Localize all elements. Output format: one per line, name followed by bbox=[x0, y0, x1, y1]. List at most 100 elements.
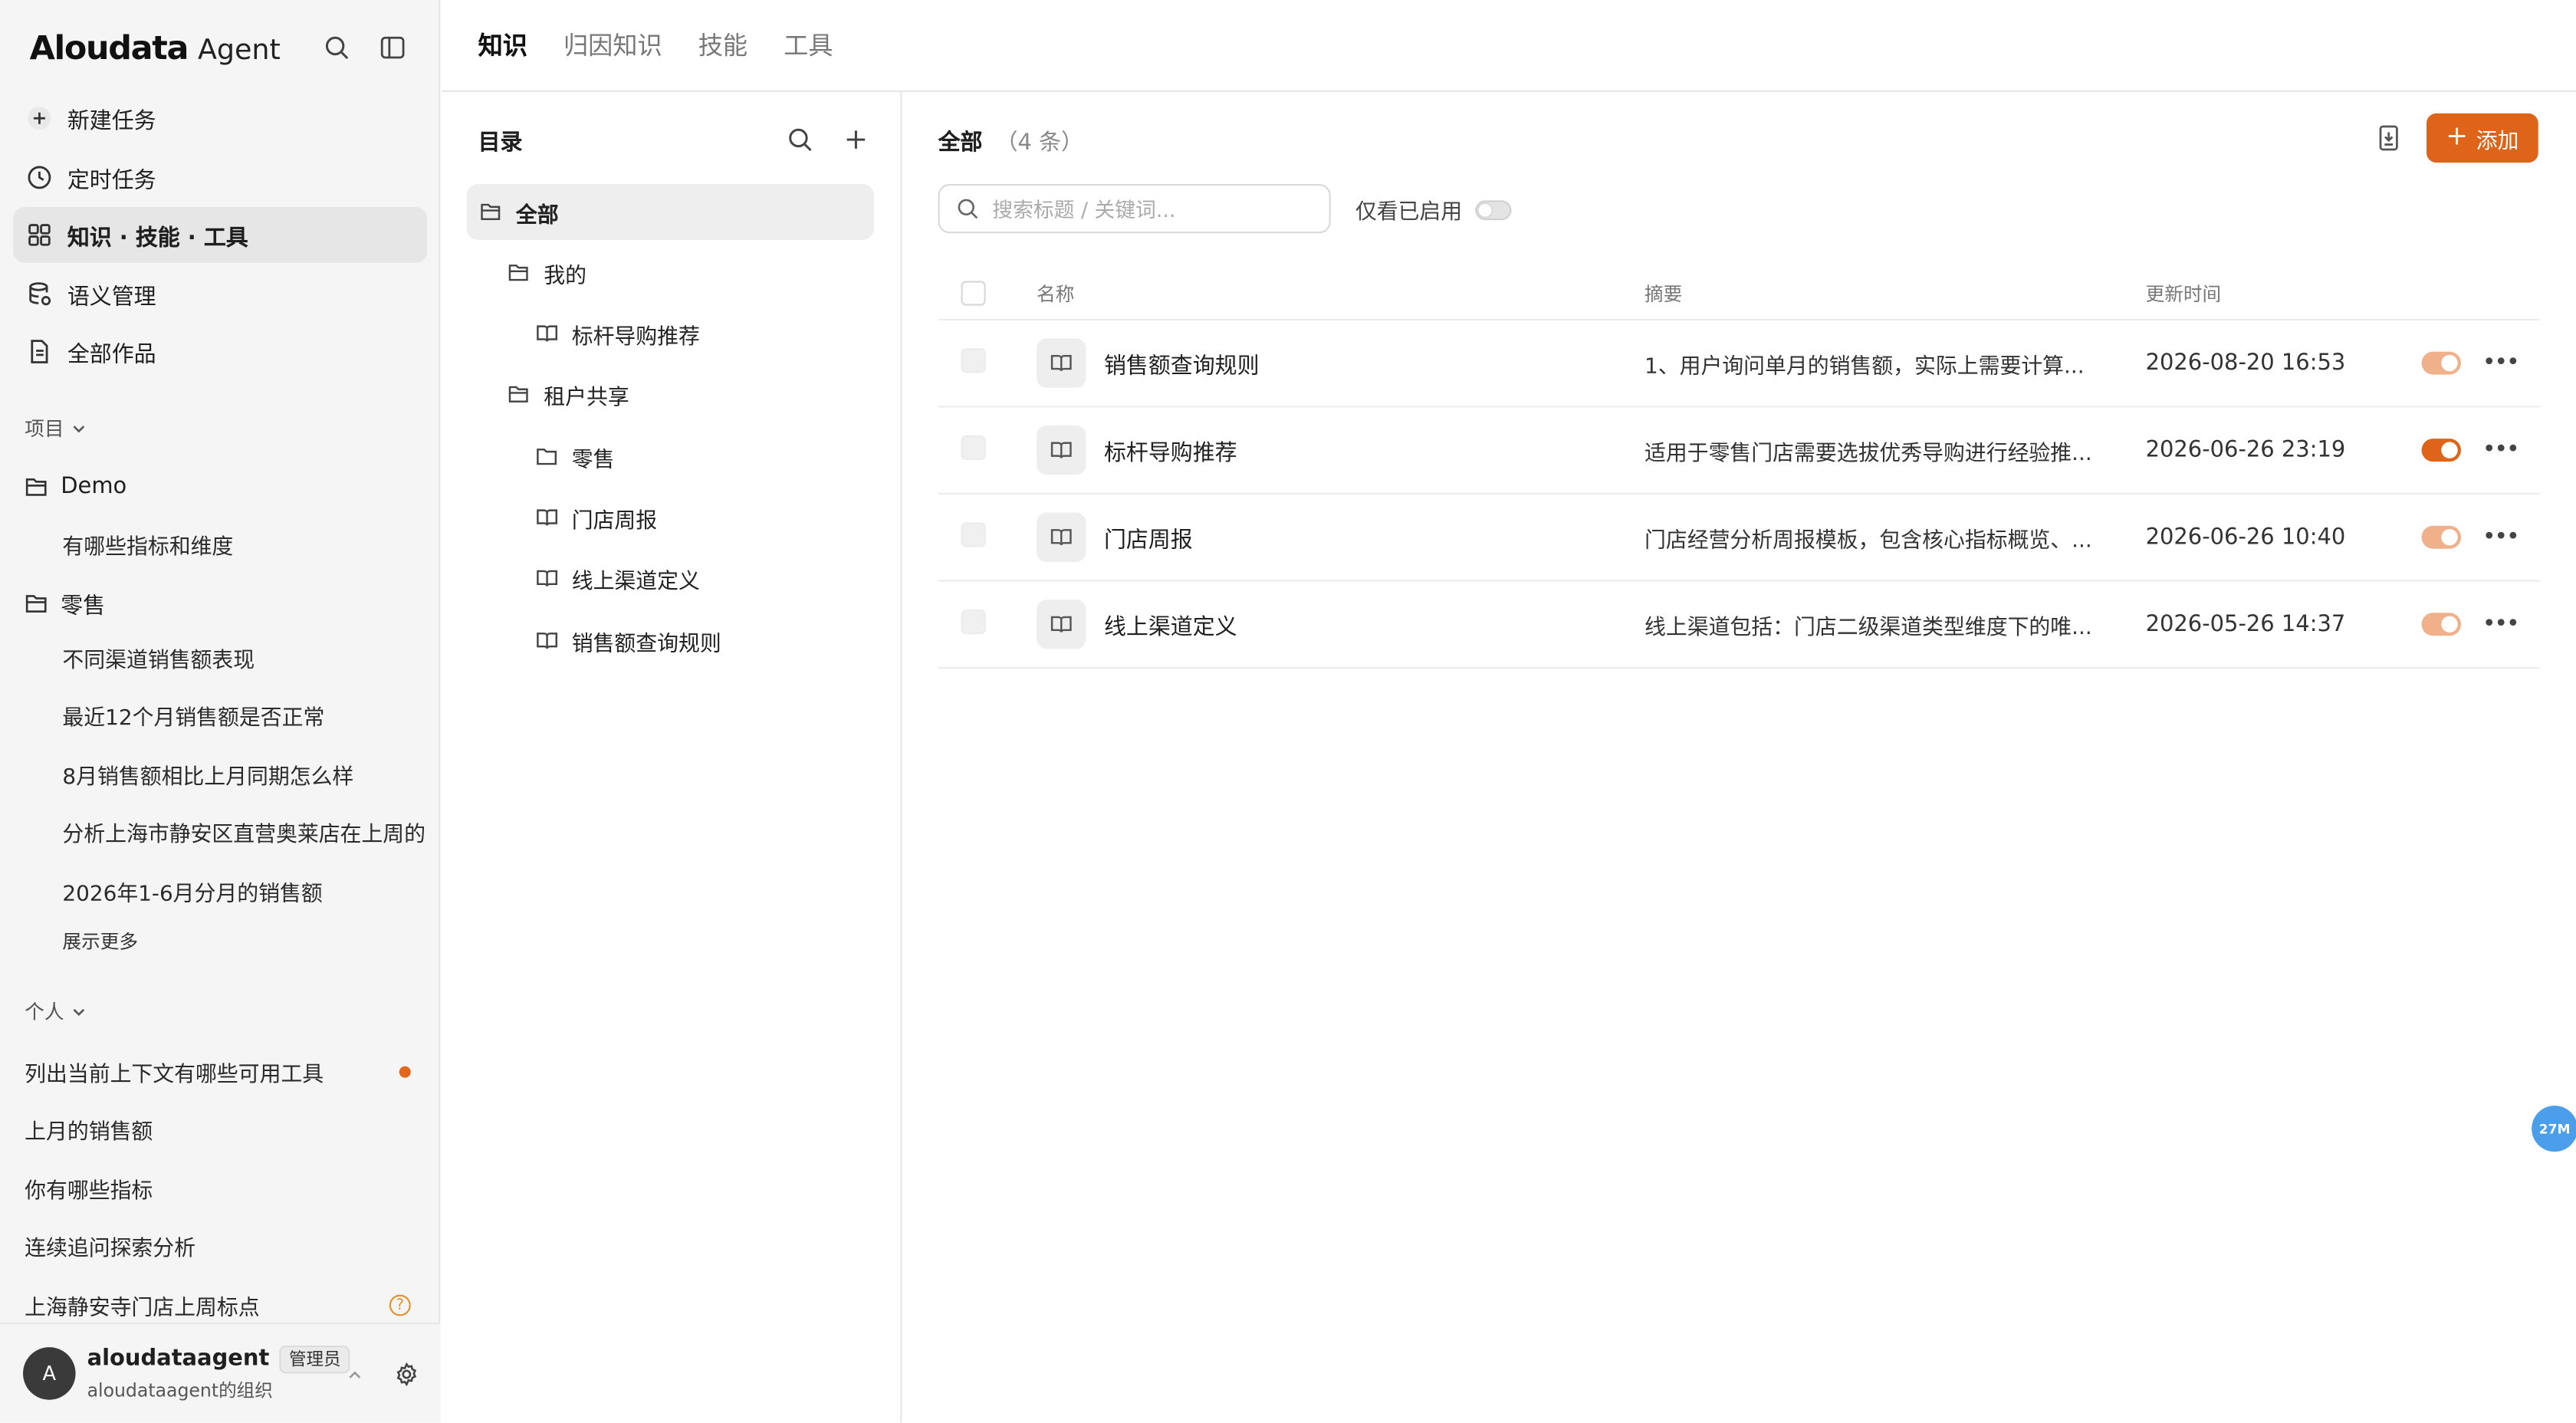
row-updated-time: 2026-08-20 16:53 bbox=[2145, 350, 2346, 376]
more-icon[interactable]: ••• bbox=[2482, 613, 2520, 636]
project-item[interactable]: 2026年1-6月分月的销售额 bbox=[62, 876, 427, 907]
search-input[interactable] bbox=[992, 196, 1305, 222]
import-icon[interactable] bbox=[2374, 123, 2404, 153]
book-icon bbox=[1037, 512, 1086, 562]
personal-item[interactable]: 你有哪些指标 bbox=[25, 1173, 411, 1204]
user-name: aloudataagent bbox=[87, 1346, 270, 1372]
book-icon bbox=[537, 325, 557, 342]
table-row[interactable]: 门店周报 门店经营分析周报模板，包含核心指标概览、... 2026-06-26 … bbox=[938, 495, 2540, 582]
table-header: 名称 摘要 更新时间 bbox=[938, 268, 2540, 320]
tree-item-folder[interactable]: 零售 bbox=[536, 429, 614, 485]
book-icon bbox=[537, 633, 557, 649]
nav-label: 定时任务 bbox=[67, 166, 156, 193]
project-item[interactable]: 不同渠道销售额表现 bbox=[62, 642, 427, 673]
more-icon[interactable]: ••• bbox=[2482, 439, 2520, 462]
row-checkbox[interactable] bbox=[961, 522, 986, 547]
user-org: aloudataagent的组织 bbox=[87, 1379, 273, 1401]
book-icon bbox=[537, 570, 557, 587]
plus-icon: + bbox=[2446, 120, 2468, 152]
tree-item-doc[interactable]: 线上渠道定义 bbox=[536, 550, 700, 606]
tree-item-doc[interactable]: 标杆导购推荐 bbox=[536, 306, 700, 362]
personal-item[interactable]: 列出当前上下文有哪些可用工具 bbox=[25, 1057, 411, 1088]
row-checkbox[interactable] bbox=[961, 610, 986, 635]
nav-label: 语义管理 bbox=[67, 283, 156, 310]
enable-toggle[interactable] bbox=[2421, 439, 2461, 462]
chevron-up-icon[interactable] bbox=[347, 1367, 363, 1383]
show-more-link[interactable]: 展示更多 bbox=[62, 928, 138, 955]
tab-skills[interactable]: 技能 bbox=[698, 28, 748, 62]
enable-toggle[interactable] bbox=[2421, 525, 2461, 549]
nav-all-works[interactable]: 全部作品 bbox=[13, 324, 427, 380]
table-row[interactable]: 线上渠道定义 线上渠道包括：门店二级渠道类型维度下的唯... 2026-05-2… bbox=[938, 582, 2540, 669]
directory-panel: 目录 全部 我的 标杆导购推荐 租户共享 零售 门店周报 线上渠道定义 销售额查… bbox=[442, 92, 902, 1423]
enabled-filter[interactable]: 仅看已启用 bbox=[1355, 194, 1512, 225]
sidebar-toggle-icon[interactable] bbox=[380, 35, 406, 61]
nav-label: 知识 · 技能 · 工具 bbox=[67, 225, 248, 251]
main-nav: 新建任务 定时任务 知识 · 技能 · 工具 语义管理 全部作品 bbox=[13, 90, 428, 382]
folder-open-icon bbox=[508, 265, 528, 281]
search-icon[interactable] bbox=[787, 127, 813, 153]
tree-item-all[interactable]: 全部 bbox=[466, 184, 874, 240]
knowledge-table: 名称 摘要 更新时间 销售额查询规则 1、用户询问单月的销售额，实际上需要计算.… bbox=[938, 268, 2540, 669]
nav-knowledge-skills-tools[interactable]: 知识 · 技能 · 工具 bbox=[13, 207, 428, 263]
search-icon bbox=[958, 199, 978, 219]
nav-scheduled-task[interactable]: 定时任务 bbox=[13, 149, 427, 205]
project-item[interactable]: 最近12个月销售额是否正常 bbox=[62, 700, 427, 731]
tree-item-mine[interactable]: 我的 bbox=[508, 245, 586, 301]
grid-icon bbox=[26, 222, 52, 248]
personal-item[interactable]: 上海静安寺门店上周标点 ? bbox=[25, 1290, 411, 1321]
tree-item-doc[interactable]: 门店周报 bbox=[536, 490, 657, 546]
avatar: A bbox=[23, 1347, 76, 1400]
add-button[interactable]: + 添加 bbox=[2426, 113, 2538, 163]
tab-tools[interactable]: 工具 bbox=[784, 28, 833, 62]
tab-knowledge[interactable]: 知识 bbox=[478, 28, 527, 62]
gear-icon[interactable] bbox=[394, 1362, 419, 1387]
tree-item-doc[interactable]: 销售额查询规则 bbox=[536, 613, 721, 669]
projects-section-toggle[interactable]: 项目 bbox=[25, 414, 87, 442]
clock-icon bbox=[26, 163, 52, 189]
project-retail[interactable]: 零售 bbox=[25, 587, 427, 619]
search-field[interactable] bbox=[938, 184, 1331, 234]
nav-new-task[interactable]: 新建任务 bbox=[13, 90, 427, 146]
row-checkbox[interactable] bbox=[961, 348, 986, 373]
row-checkbox[interactable] bbox=[961, 435, 986, 460]
select-all-checkbox[interactable] bbox=[961, 281, 986, 306]
row-updated-time: 2026-06-26 23:19 bbox=[2145, 437, 2346, 464]
column-header: 更新时间 bbox=[2145, 281, 2222, 305]
user-bar[interactable]: A aloudataagent 管理员 aloudataagent的组织 bbox=[0, 1323, 441, 1423]
column-header: 摘要 bbox=[1644, 281, 1683, 305]
logo-subtitle: Agent bbox=[197, 33, 281, 67]
more-icon[interactable]: ••• bbox=[2482, 352, 2520, 375]
row-name: 线上渠道定义 bbox=[1104, 614, 1237, 641]
folder-open-icon bbox=[25, 477, 47, 495]
question-icon: ? bbox=[389, 1294, 411, 1316]
memory-badge[interactable]: 27M bbox=[2532, 1106, 2576, 1152]
enabled-only-toggle[interactable] bbox=[1475, 199, 1512, 220]
tree-item-tenant-shared[interactable]: 租户共享 bbox=[508, 366, 629, 422]
row-summary: 适用于零售门店需要选拔优秀导购进行经验推... bbox=[1644, 441, 2092, 466]
search-icon[interactable] bbox=[324, 35, 350, 61]
item-count: （4 条） bbox=[995, 130, 1083, 156]
personal-section-toggle[interactable]: 个人 bbox=[25, 997, 87, 1025]
nav-label: 全部作品 bbox=[67, 341, 156, 368]
more-icon[interactable]: ••• bbox=[2482, 526, 2520, 549]
add-folder-icon[interactable] bbox=[843, 127, 869, 153]
project-item[interactable]: 有哪些指标和维度 bbox=[62, 529, 427, 560]
project-item[interactable]: 8月销售额相比上月同期怎么样 bbox=[62, 759, 427, 790]
enable-toggle[interactable] bbox=[2421, 613, 2461, 636]
personal-item[interactable]: 连续追问探索分析 bbox=[25, 1231, 411, 1262]
sidebar-header: Aloudata Agent bbox=[30, 23, 406, 72]
project-item[interactable]: 分析上海市静安区直营奥莱店在上周的 bbox=[62, 817, 427, 848]
table-row[interactable]: 标杆导购推荐 适用于零售门店需要选拔优秀导购进行经验推... 2026-06-2… bbox=[938, 407, 2540, 495]
enable-toggle[interactable] bbox=[2421, 351, 2461, 375]
project-demo[interactable]: Demo bbox=[25, 473, 427, 499]
column-header: 名称 bbox=[1037, 281, 1075, 305]
table-row[interactable]: 销售额查询规则 1、用户询问单月的销售额，实际上需要计算... 2026-08-… bbox=[938, 320, 2540, 408]
nav-semantic-management[interactable]: 语义管理 bbox=[13, 265, 427, 321]
row-summary: 线上渠道包括：门店二级渠道类型维度下的唯... bbox=[1644, 615, 2092, 640]
tab-attribution-knowledge[interactable]: 归因知识 bbox=[564, 28, 662, 62]
top-tabs: 知识 归因知识 技能 工具 bbox=[442, 0, 2576, 92]
folder-open-icon bbox=[481, 203, 501, 221]
folder-open-icon bbox=[508, 386, 528, 403]
personal-item[interactable]: 上月的销售额 bbox=[25, 1114, 411, 1145]
